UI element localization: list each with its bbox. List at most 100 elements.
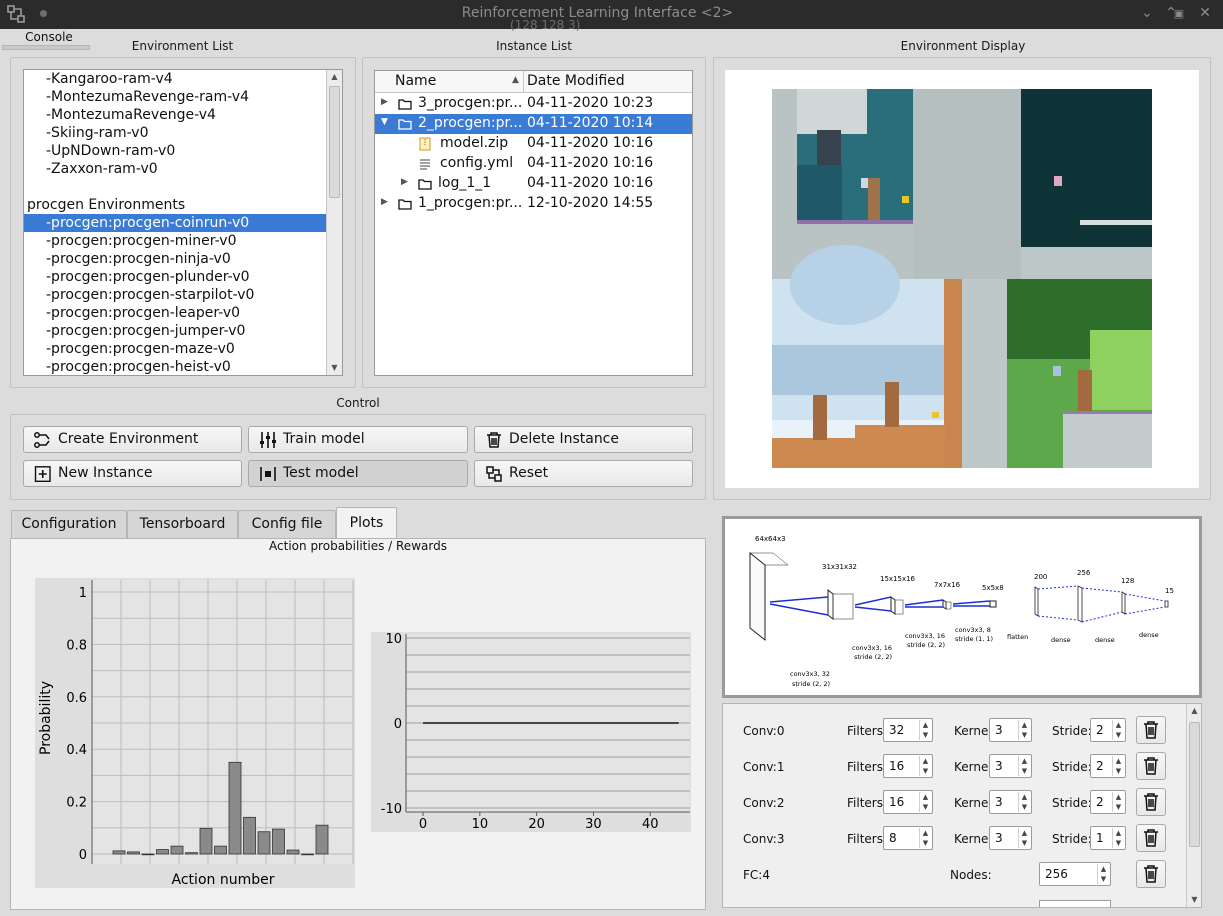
reset-label: Reset — [509, 465, 549, 481]
list-item[interactable]: -procgen:procgen-maze-v0 — [24, 340, 342, 358]
tree-row[interactable]: model.zip 04-11-2020 10:16 — [375, 134, 692, 154]
create-environment-button[interactable]: Create Environment — [23, 426, 242, 453]
list-item[interactable]: -MontezumaRevenge-v4 — [24, 106, 342, 124]
column-name-header[interactable]: Name — [395, 73, 436, 89]
layer-name: Conv:0 — [743, 724, 785, 738]
spin-arrows-icon[interactable]: ▲ ▼ — [1018, 720, 1030, 740]
list-item[interactable]: -procgen:procgen-ninja-v0 — [24, 250, 342, 268]
scroll-up-icon[interactable]: ▲ — [327, 70, 342, 84]
spinbox[interactable]: 1 ▲ ▼ — [1090, 826, 1126, 850]
conv-layer-block — [989, 600, 997, 608]
application-window: Reinforcement Learning Interface <2> (12… — [0, 0, 1223, 916]
expanded-arrow-icon[interactable]: ▼ — [381, 117, 388, 127]
scroll-thumb[interactable] — [1189, 722, 1200, 847]
new-instance-button[interactable]: New Instance — [23, 460, 242, 487]
spin-arrows-icon[interactable]: ▲ ▼ — [919, 756, 931, 776]
spinbox[interactable]: 3 ▲ ▼ — [989, 826, 1032, 850]
list-item[interactable]: -procgen:procgen-heist-v0 — [24, 358, 342, 375]
spinbox[interactable]: 32 ▲ ▼ — [883, 718, 933, 742]
list-item[interactable]: -procgen:procgen-jumper-v0 — [24, 322, 342, 340]
spinbox[interactable]: 3 ▲ ▼ — [989, 718, 1032, 742]
spinbox[interactable]: 16 ▲ ▼ — [883, 754, 933, 778]
spinbox[interactable]: 16 ▲ ▼ — [883, 790, 933, 814]
spinbox[interactable]: 2 ▲ ▼ — [1090, 754, 1126, 778]
scroll-thumb[interactable] — [329, 86, 340, 198]
tab-tensorboard[interactable]: Tensorboard — [127, 510, 238, 538]
list-item[interactable]: -UpNDown-ram-v0 — [24, 142, 342, 160]
tree-row-date: 04-11-2020 10:23 — [527, 95, 654, 111]
reset-button[interactable]: Reset — [474, 460, 693, 487]
new-instance-label: New Instance — [58, 465, 153, 481]
spin-arrows-icon[interactable]: ▲ ▼ — [919, 720, 931, 740]
list-item[interactable]: -MontezumaRevenge-ram-v4 — [24, 88, 342, 106]
spinbox[interactable]: 3 ▲ ▼ — [989, 754, 1032, 778]
close-icon[interactable]: ✕ — [1196, 5, 1214, 21]
spinbox-value: 16 — [889, 759, 905, 773]
collapsed-arrow-icon[interactable]: ▶ — [381, 197, 388, 207]
bar-action-11 — [272, 828, 285, 855]
scroll-down-icon[interactable]: ▼ — [327, 361, 342, 375]
tree-row[interactable]: config.yml 04-11-2020 10:16 — [375, 154, 692, 174]
spin-arrows-icon[interactable]: ▲ ▼ — [1112, 792, 1124, 812]
environment-list[interactable]: -Kangaroo-ram-v4 -MontezumaRevenge-ram-v4… — [23, 69, 343, 376]
y-tick-label: -10 — [381, 802, 402, 817]
list-item[interactable]: -procgen:procgen-leaper-v0 — [24, 304, 342, 322]
spin-arrows-icon[interactable]: ▲ ▼ — [919, 828, 931, 848]
list-group-header: procgen Environments — [27, 197, 186, 213]
collapsed-arrow-icon[interactable]: ▶ — [401, 177, 408, 187]
delete-layer-button[interactable] — [1136, 860, 1166, 888]
spin-arrows-icon[interactable]: ▲ ▼ — [1018, 792, 1030, 812]
spin-arrows-icon[interactable]: ▲ ▼ — [1097, 864, 1109, 884]
maximize-icon[interactable]: ▣ — [1170, 7, 1188, 20]
test-model-button[interactable]: Test model — [248, 460, 468, 487]
tab-configuration[interactable]: Configuration — [11, 510, 127, 538]
environment-list-scrollbar[interactable]: ▲ ▼ — [326, 70, 342, 375]
collapsed-arrow-icon[interactable]: ▶ — [381, 97, 388, 107]
spin-arrows-icon[interactable]: ▲ ▼ — [1112, 756, 1124, 776]
list-item[interactable]: -procgen:procgen-plunder-v0 — [24, 268, 342, 286]
spin-arrows-icon[interactable]: ▲ ▼ — [919, 792, 931, 812]
train-model-button[interactable]: Train model — [248, 426, 468, 453]
spinbox[interactable]: 256 ▲ ▼ — [1039, 862, 1111, 886]
list-item[interactable]: -Kangaroo-ram-v4 — [24, 70, 342, 88]
tree-row[interactable]: ▼ 2_procgen:pr... 04-11-2020 10:14 — [375, 114, 692, 134]
create-environment-label: Create Environment — [58, 431, 199, 447]
tree-row[interactable]: ▶ 3_procgen:pr... 04-11-2020 10:23 — [375, 94, 692, 114]
dense-size-label: 128 — [1121, 577, 1134, 585]
op-label: conv3x3, 16 — [905, 632, 945, 640]
op-stride-label: stride (1, 1) — [955, 635, 993, 643]
tree-row[interactable]: ▶ log_1_1 04-11-2020 10:16 — [375, 174, 692, 194]
list-item[interactable]: -procgen:procgen-coinrun-v0 — [24, 214, 342, 232]
delete-layer-button[interactable] — [1136, 716, 1166, 744]
spinbox[interactable]: 8 ▲ ▼ — [883, 826, 933, 850]
text-file-icon — [418, 157, 432, 171]
spin-arrows-icon[interactable]: ▲ ▼ — [1018, 828, 1030, 848]
plot-title: Action probabilities / Rewards — [269, 539, 447, 553]
spinbox[interactable]: 2 ▲ ▼ — [1090, 790, 1126, 814]
spinbox[interactable]: 3 ▲ ▼ — [989, 790, 1032, 814]
list-item[interactable]: -Zaxxon-ram-v0 — [24, 160, 342, 178]
list-item[interactable]: -Skiing-ram-v0 — [24, 124, 342, 142]
list-item[interactable]: -procgen:procgen-starpilot-v0 — [24, 286, 342, 304]
spin-arrows-icon[interactable]: ▲ ▼ — [1112, 828, 1124, 848]
instance-tree[interactable]: Name ▲ Date Modified ▶ 3_procgen:pr... 04-… — [374, 70, 693, 376]
delete-layer-button[interactable] — [1136, 824, 1166, 852]
list-item[interactable]: -procgen:procgen-miner-v0 — [24, 232, 342, 250]
scroll-down-icon[interactable]: ▼ — [1187, 893, 1201, 907]
spinbox[interactable]: 2 ▲ ▼ — [1090, 718, 1126, 742]
spin-arrows-icon[interactable]: ▲ ▼ — [1018, 756, 1030, 776]
action-probability-chart: 0 0.2 0.4 0.6 0.8 1 Action number Probability — [35, 578, 355, 888]
tab-plots[interactable]: Plots — [336, 507, 397, 539]
delete-layer-button[interactable] — [1136, 752, 1166, 780]
tab-config-file[interactable]: Config file — [238, 510, 336, 538]
tree-row[interactable]: ▶ 1_procgen:pr... 12-10-2020 14:55 — [375, 194, 692, 214]
layer-config-scrollbar[interactable]: ▲ ▼ — [1186, 704, 1201, 907]
column-date-header[interactable]: Date Modified — [527, 73, 625, 89]
column-separator — [523, 71, 524, 93]
delete-instance-button[interactable]: Delete Instance — [474, 426, 693, 453]
scroll-up-icon[interactable]: ▲ — [1187, 704, 1201, 718]
spin-arrows-icon[interactable]: ▲ ▼ — [1112, 720, 1124, 740]
delete-layer-button[interactable] — [1136, 788, 1166, 816]
minimize-icon[interactable]: ⌄ — [1138, 5, 1156, 21]
